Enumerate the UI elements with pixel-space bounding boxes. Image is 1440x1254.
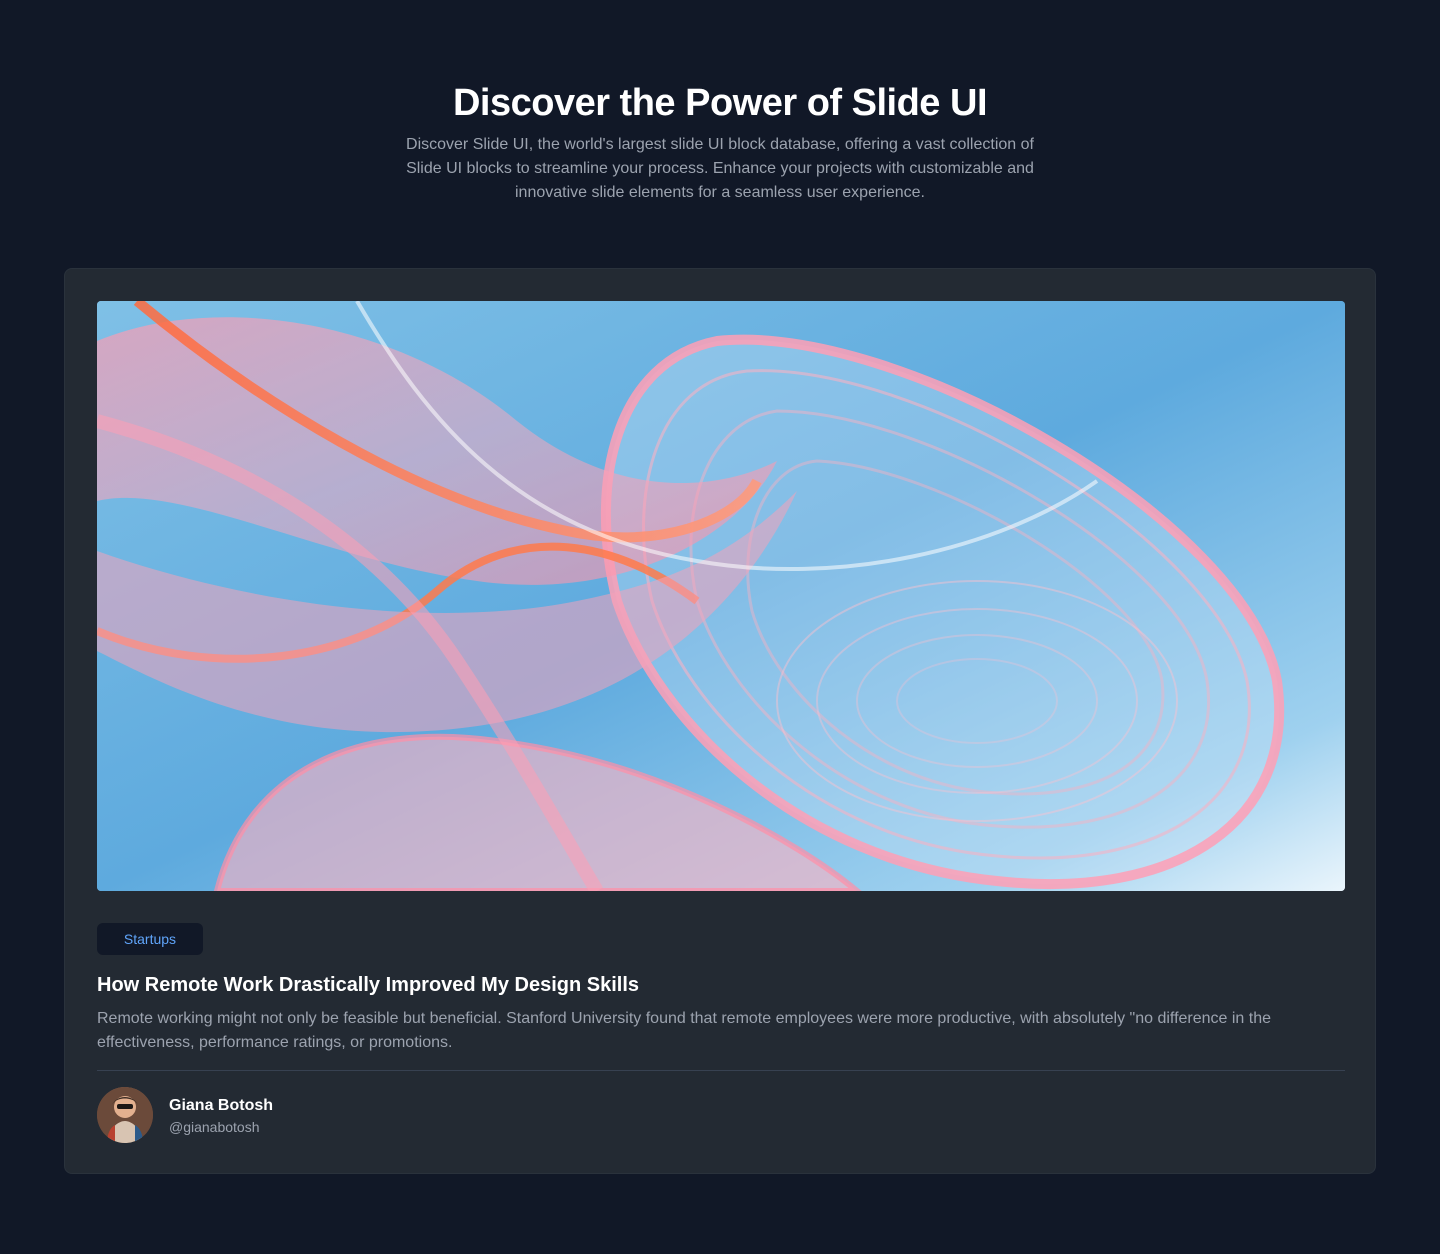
post-title[interactable]: How Remote Work Drastically Improved My … (97, 971, 639, 999)
author-photo (97, 1087, 153, 1143)
author-name[interactable]: Giana Botosh (169, 1095, 273, 1117)
hero-subtitle: Discover Slide UI, the world's largest s… (406, 136, 1034, 201)
blog-card[interactable]: Startups How Remote Work Drastically Imp… (64, 268, 1376, 1174)
post-excerpt: Remote working might not only be feasibl… (97, 1010, 1272, 1051)
divider (97, 1070, 1345, 1071)
abstract-glass-art (97, 301, 1345, 891)
author-handle: @gianabotosh (169, 1119, 260, 1135)
cover-image[interactable] (97, 301, 1345, 891)
category-tag[interactable]: Startups (97, 923, 203, 955)
author-avatar[interactable] (97, 1087, 153, 1143)
hero-title: Discover the Power of Slide UI (452, 82, 988, 124)
